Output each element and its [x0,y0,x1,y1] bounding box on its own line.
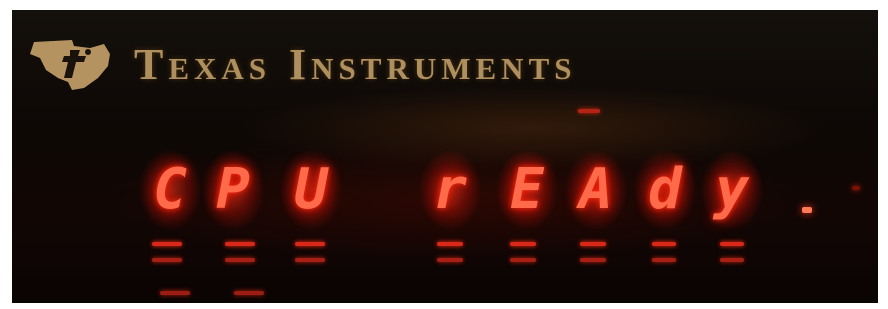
led-digit: d [648,157,682,222]
reflection-dash [152,258,182,262]
reflection-dash [578,109,600,113]
decimal-point-led [852,186,860,190]
decimal-point-led [802,207,812,213]
reflection-dash [720,242,744,246]
led-digit: E [510,157,544,222]
reflection-dash [510,258,536,262]
led-digit: r [433,157,467,222]
reflection-dash [437,258,463,262]
reflection-dash [234,291,264,295]
reflection-dash [510,242,536,246]
led-digit: C [153,157,187,222]
calculator-display-photo: Texas Instruments C P U r E A d y [12,10,878,303]
reflection-dash [652,258,676,262]
led-display: C P U r E A d y [12,10,878,303]
led-digit: U [294,157,328,222]
reflection-dash [580,242,606,246]
led-digit: y [715,157,749,222]
reflection-dash [225,258,255,262]
led-digit: A [579,157,613,222]
reflection-dash [437,242,463,246]
reflection-dash [225,242,255,246]
reflection-dash [295,242,325,246]
led-digit: P [216,157,250,222]
reflection-dash [152,242,182,246]
reflection-dash [295,258,325,262]
reflection-dash [580,258,606,262]
reflection-dash [160,291,190,295]
reflection-dash [652,242,676,246]
reflection-dash [720,258,744,262]
